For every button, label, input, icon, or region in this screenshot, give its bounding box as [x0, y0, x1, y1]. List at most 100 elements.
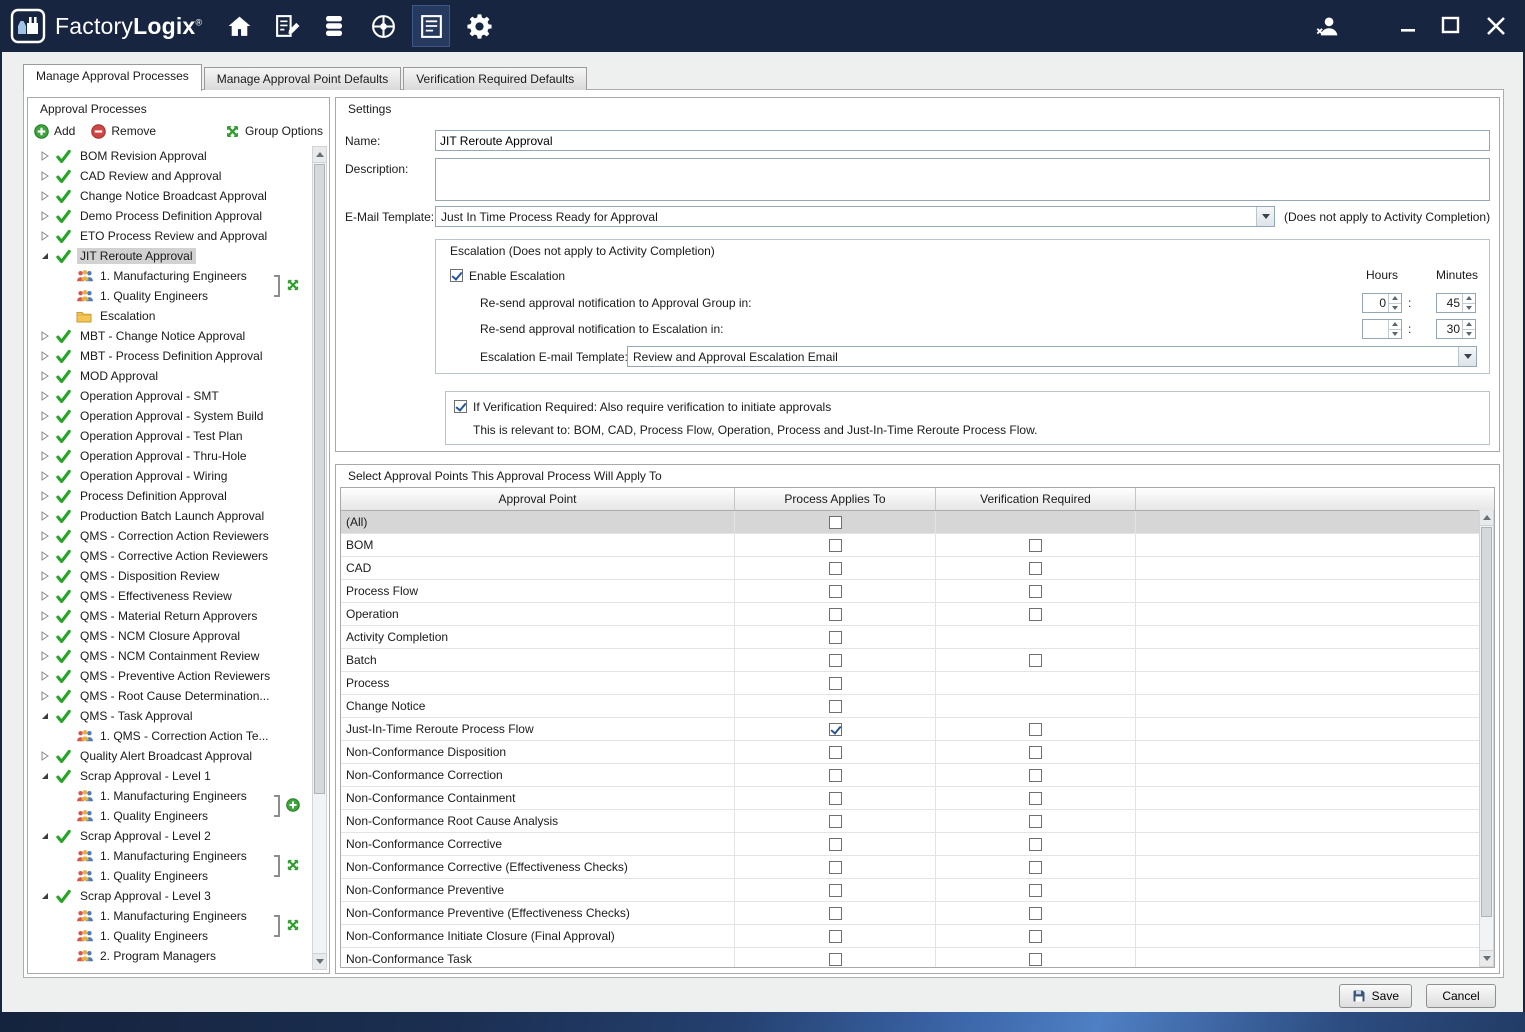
process-applies-checkbox[interactable]	[829, 654, 842, 667]
hours-spinner-escalation[interactable]	[1362, 319, 1402, 339]
verification-required-checkbox[interactable]	[1029, 746, 1042, 759]
tree-item[interactable]: Process Definition Approval	[30, 486, 312, 506]
tree-item[interactable]: QMS - Task Approval	[30, 706, 312, 726]
process-applies-checkbox[interactable]	[829, 815, 842, 828]
name-input[interactable]	[435, 130, 1490, 151]
verification-required-checkbox[interactable]	[1029, 608, 1042, 621]
expander-collapsed-icon[interactable]	[40, 230, 56, 242]
process-applies-checkbox[interactable]	[829, 769, 842, 782]
approval-point-row[interactable]: Operation	[341, 603, 1479, 626]
approval-point-row[interactable]: Process Flow	[341, 580, 1479, 603]
column-header-process-applies-to[interactable]: Process Applies To	[735, 488, 936, 510]
minutes-spinner-approval-group[interactable]: 45	[1436, 293, 1476, 313]
approval-point-row[interactable]: Activity Completion	[341, 626, 1479, 649]
process-applies-checkbox[interactable]	[829, 631, 842, 644]
remove-button[interactable]: Remove	[91, 124, 156, 139]
tree-item[interactable]: Demo Process Definition Approval	[30, 206, 312, 226]
spinner-arrows-icon[interactable]	[1462, 294, 1475, 312]
expander-collapsed-icon[interactable]	[40, 550, 56, 562]
verification-required-checkbox[interactable]	[1029, 953, 1042, 966]
tree-scrollbar[interactable]	[312, 146, 327, 970]
verification-required-checkbox[interactable]	[454, 400, 467, 413]
approvals-panel-icon[interactable]	[412, 5, 450, 47]
cancel-button[interactable]: Cancel	[1426, 984, 1496, 1008]
tree-item[interactable]: QMS - Preventive Action Reviewers	[30, 666, 312, 686]
tree-item[interactable]: QMS - NCM Closure Approval	[30, 626, 312, 646]
expander-collapsed-icon[interactable]	[40, 170, 56, 182]
tree-item[interactable]: QMS - Root Cause Determination...	[30, 686, 312, 706]
expander-collapsed-icon[interactable]	[40, 350, 56, 362]
process-applies-checkbox[interactable]	[829, 677, 842, 690]
approval-point-row[interactable]: Non-Conformance Corrective (Effectivenes…	[341, 856, 1479, 879]
enable-escalation-checkbox[interactable]	[450, 269, 463, 282]
process-applies-checkbox[interactable]	[829, 746, 842, 759]
spinner-arrows-icon[interactable]	[1388, 320, 1401, 338]
expander-collapsed-icon[interactable]	[40, 570, 56, 582]
group-options-icon[interactable]	[286, 278, 301, 293]
tree-item[interactable]: MBT - Process Definition Approval	[30, 346, 312, 366]
verification-required-checkbox[interactable]	[1029, 792, 1042, 805]
process-applies-checkbox[interactable]	[829, 907, 842, 920]
expander-collapsed-icon[interactable]	[40, 450, 56, 462]
approval-point-row[interactable]: Non-Conformance Correction	[341, 764, 1479, 787]
tree-item[interactable]: Scrap Approval - Level 1	[30, 766, 312, 786]
group-options-icon[interactable]	[286, 918, 301, 933]
expander-expanded-icon[interactable]	[40, 710, 56, 722]
verification-required-checkbox[interactable]	[1029, 562, 1042, 575]
save-button[interactable]: Save	[1339, 984, 1412, 1008]
tab-manage-approval-processes[interactable]: Manage Approval Processes	[23, 64, 202, 91]
expander-expanded-icon[interactable]	[40, 250, 56, 262]
approval-point-row[interactable]: Batch	[341, 649, 1479, 672]
tree-item[interactable]: Quality Alert Broadcast Approval	[30, 746, 312, 766]
description-input[interactable]	[435, 158, 1490, 201]
tree-item[interactable]: BOM Revision Approval	[30, 146, 312, 166]
tree-item[interactable]: Operation Approval - Thru-Hole	[30, 446, 312, 466]
process-applies-checkbox[interactable]	[829, 838, 842, 851]
tree-item[interactable]: 1. QMS - Correction Action Te...	[30, 726, 312, 746]
column-header-verification-required[interactable]: Verification Required	[936, 488, 1136, 510]
escalation-email-template-select[interactable]: Review and Approval Escalation Email	[627, 346, 1477, 367]
expander-collapsed-icon[interactable]	[40, 490, 56, 502]
close-button[interactable]	[1483, 13, 1509, 39]
gear-icon[interactable]	[460, 5, 498, 47]
approval-point-row[interactable]: Change Notice	[341, 695, 1479, 718]
add-circle-icon[interactable]	[286, 798, 301, 813]
expander-collapsed-icon[interactable]	[40, 530, 56, 542]
verification-required-checkbox[interactable]	[1029, 930, 1042, 943]
expander-collapsed-icon[interactable]	[40, 470, 56, 482]
minimize-button[interactable]	[1397, 15, 1419, 37]
verification-required-checkbox[interactable]	[1029, 907, 1042, 920]
tree-item[interactable]: 1. Quality Engineers	[30, 926, 312, 946]
approval-point-row[interactable]: Just-In-Time Reroute Process Flow	[341, 718, 1479, 741]
tree-item[interactable]: ETO Process Review and Approval	[30, 226, 312, 246]
approval-point-row[interactable]: CAD	[341, 557, 1479, 580]
tree-item[interactable]: Scrap Approval - Level 2	[30, 826, 312, 846]
expander-collapsed-icon[interactable]	[40, 390, 56, 402]
expander-expanded-icon[interactable]	[40, 890, 56, 902]
minutes-spinner-escalation[interactable]: 30	[1436, 319, 1476, 339]
tree-item[interactable]: Escalation	[30, 306, 312, 326]
tab-verification-required-defaults[interactable]: Verification Required Defaults	[403, 67, 587, 90]
user-logout-icon[interactable]	[1314, 13, 1341, 40]
approval-point-row[interactable]: Non-Conformance Corrective	[341, 833, 1479, 856]
tree-item[interactable]: CAD Review and Approval	[30, 166, 312, 186]
scroll-up-arrow[interactable]	[1480, 510, 1493, 526]
verification-required-checkbox[interactable]	[1029, 539, 1042, 552]
scroll-thumb[interactable]	[1481, 527, 1492, 917]
expander-collapsed-icon[interactable]	[40, 330, 56, 342]
expander-collapsed-icon[interactable]	[40, 430, 56, 442]
expander-collapsed-icon[interactable]	[40, 510, 56, 522]
tree-item[interactable]: MBT - Change Notice Approval	[30, 326, 312, 346]
expander-expanded-icon[interactable]	[40, 830, 56, 842]
tree-item[interactable]: QMS - Correction Action Reviewers	[30, 526, 312, 546]
tree-item[interactable]: QMS - NCM Containment Review	[30, 646, 312, 666]
approval-point-row[interactable]: Non-Conformance Preventive	[341, 879, 1479, 902]
column-header-blank[interactable]	[1136, 488, 1494, 510]
tree-item[interactable]: Operation Approval - System Build	[30, 406, 312, 426]
tree-item[interactable]: JIT Reroute Approval	[30, 246, 312, 266]
verification-required-checkbox[interactable]	[1029, 838, 1042, 851]
column-header-approval-point[interactable]: Approval Point	[341, 488, 735, 510]
expander-collapsed-icon[interactable]	[40, 670, 56, 682]
process-applies-checkbox[interactable]	[829, 585, 842, 598]
add-button[interactable]: Add	[34, 124, 75, 139]
